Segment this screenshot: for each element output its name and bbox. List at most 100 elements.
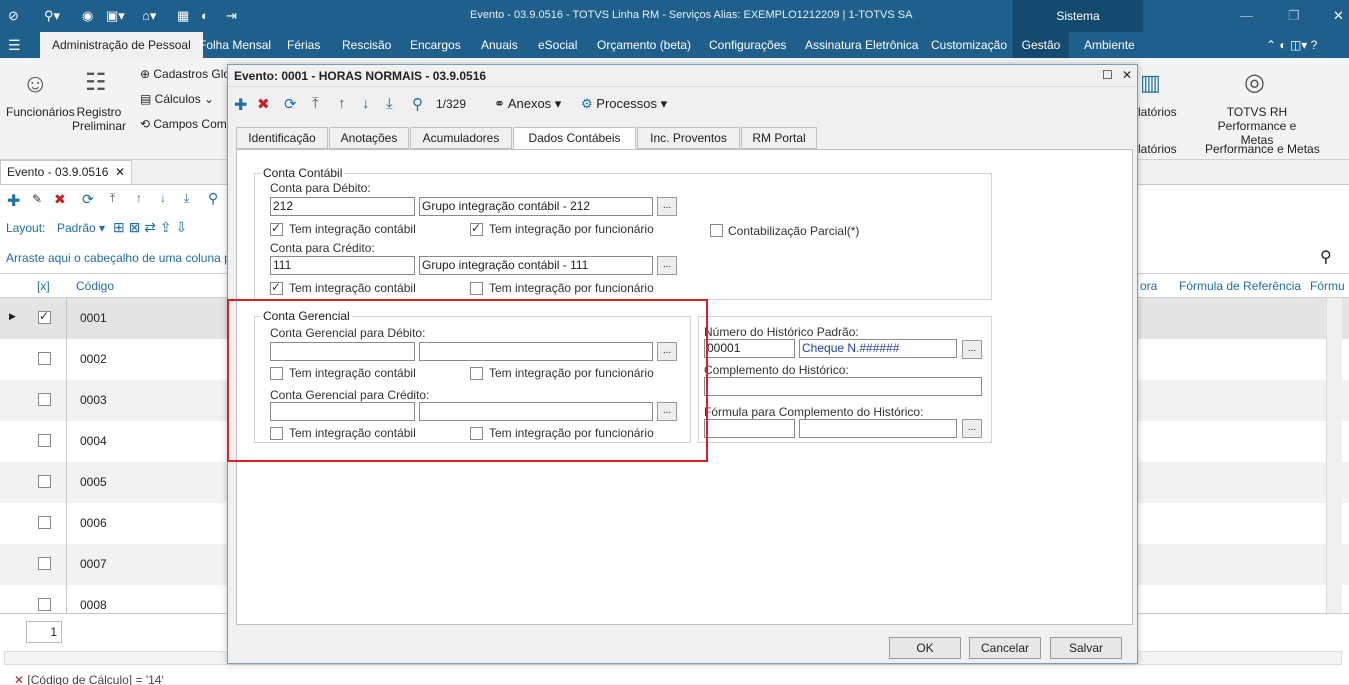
delete-icon[interactable]: ✖ <box>54 191 66 208</box>
first-icon[interactable]: ⤒ <box>312 95 319 112</box>
row-checkbox[interactable] <box>38 516 51 529</box>
col-select[interactable]: [x] <box>37 279 50 293</box>
menu-icon[interactable]: ☰ <box>8 32 21 58</box>
last-icon[interactable]: ⤓ <box>386 95 393 112</box>
view-icon[interactable]: ◉ <box>82 8 93 24</box>
row-checkbox[interactable] <box>38 352 51 365</box>
menu-folha[interactable]: Folha Mensal <box>199 32 271 58</box>
clear-filter-icon[interactable]: ✕ <box>14 673 24 685</box>
calculos-button[interactable]: ▤ Cálculos ⌄ <box>140 92 214 106</box>
window-icon[interactable]: ▣▾ <box>106 8 125 24</box>
close-icon[interactable]: ✕ <box>1333 8 1344 24</box>
refresh-icon[interactable]: ⟳ <box>82 191 94 208</box>
processos-button[interactable]: ⚙ Processos ▾ <box>581 96 667 112</box>
col-codigo[interactable]: Código <box>76 279 114 293</box>
menu-gestao[interactable]: Gestão <box>1013 32 1069 58</box>
maximize-dialog-icon[interactable]: ☐ <box>1102 68 1113 82</box>
menu-esocial[interactable]: eSocial <box>538 32 577 58</box>
edit-icon[interactable]: ✎ <box>32 192 42 206</box>
credito-lookup-button[interactable]: ... <box>657 256 677 275</box>
complemento-input[interactable] <box>704 377 982 396</box>
search-icon[interactable]: ⚲ <box>412 95 423 113</box>
maximize-icon[interactable]: ❐ <box>1288 8 1300 24</box>
menu-assinatura[interactable]: Assinatura Eletrônica <box>805 32 918 58</box>
tab-inc-proventos[interactable]: Inc. Proventos <box>637 127 740 149</box>
debito-integ-func-checkbox[interactable] <box>470 221 483 236</box>
menu-ferias[interactable]: Férias <box>287 32 320 58</box>
filter-bar[interactable]: ✕ [Código de Cálculo] = '14' <box>14 673 164 685</box>
menu-administracao[interactable]: Administração de Pessoal <box>40 32 203 58</box>
registro-icon[interactable]: ☷ <box>85 68 107 97</box>
campos-button[interactable]: ⟲ Campos Comp <box>140 117 233 131</box>
last-icon[interactable]: ⤓ <box>184 191 189 206</box>
debito-integ-contabil-checkbox[interactable] <box>270 221 283 236</box>
funcionarios-button[interactable]: Funcionários <box>6 105 75 119</box>
grid-icon[interactable]: ▦ <box>177 8 189 24</box>
collapse-ribbon-icon[interactable]: ⌃ ◐ ◫▾ ? <box>1266 32 1317 58</box>
vertical-scrollbar[interactable] <box>1326 298 1342 613</box>
formula-lookup-button[interactable]: ... <box>962 419 982 438</box>
row-checkbox[interactable] <box>38 393 51 406</box>
cadastros-button[interactable]: ⊕ Cadastros Glo <box>140 67 230 81</box>
tab-rm-portal[interactable]: RM Portal <box>741 127 817 149</box>
row-checkbox[interactable] <box>38 598 51 611</box>
search-icon[interactable]: ⚲ <box>208 190 218 207</box>
exit-icon[interactable]: ⇥ <box>226 8 237 24</box>
historico-lookup-button[interactable]: ... <box>962 340 982 359</box>
save-button[interactable]: Salvar <box>1050 637 1122 659</box>
row-checkbox[interactable] <box>38 475 51 488</box>
credito-integ-contabil-checkbox[interactable] <box>270 280 283 295</box>
close-dialog-icon[interactable]: ✕ <box>1122 68 1132 82</box>
find-icon[interactable]: ⚲ <box>1320 247 1332 267</box>
debito-code-input[interactable]: 212 <box>270 197 415 216</box>
evento-tab[interactable]: Evento - 03.9.0516 ✕ <box>0 160 132 184</box>
relatorios-button[interactable]: latórios <box>1138 105 1177 119</box>
cancel-button[interactable]: Cancelar <box>969 637 1041 659</box>
first-icon[interactable]: ⤒ <box>110 191 115 206</box>
numero-historico-code-input[interactable]: 00001 <box>704 339 795 358</box>
refresh-icon[interactable]: ⟳ <box>284 95 297 113</box>
sistema-tab[interactable]: Sistema <box>1013 0 1143 32</box>
formula-code-input[interactable] <box>704 419 795 438</box>
close-tab-icon[interactable]: ✕ <box>115 161 125 183</box>
minimize-icon[interactable]: — <box>1240 8 1253 23</box>
menu-encargos[interactable]: Encargos <box>410 32 461 58</box>
next-icon[interactable]: ↓ <box>160 191 166 205</box>
layout-select[interactable]: Padrão ▾ <box>57 221 105 235</box>
prev-icon[interactable]: ↑ <box>136 191 142 205</box>
app-logo-icon[interactable]: ⊘ <box>8 8 19 24</box>
globe-icon[interactable]: ◐ <box>201 8 209 23</box>
menu-rescisao[interactable]: Rescisão <box>342 32 391 58</box>
debito-desc-input[interactable]: Grupo integração contábil - 212 <box>419 197 653 216</box>
add-icon[interactable]: ✚ <box>7 191 20 211</box>
hierarchy-icon[interactable]: ⚲▾ <box>44 8 60 24</box>
menu-orcamento[interactable]: Orçamento (beta) <box>597 32 691 58</box>
next-icon[interactable]: ↓ <box>362 95 370 112</box>
menu-ambiente[interactable]: Ambiente <box>1084 32 1135 58</box>
add-icon[interactable]: ✚ <box>234 95 247 115</box>
parcial-checkbox[interactable] <box>710 224 723 237</box>
col-formula[interactable]: Fórmula de Referência <box>1179 279 1301 293</box>
registro-button[interactable]: Registro Preliminar <box>72 105 126 133</box>
menu-configuracoes[interactable]: Configurações <box>709 32 786 58</box>
anexos-button[interactable]: ⚭ Anexos ▾ <box>494 96 561 112</box>
menu-customizacao[interactable]: Customização <box>931 32 1007 58</box>
row-checkbox[interactable] <box>38 557 51 570</box>
totvs-rh-button[interactable]: TOTVS RH Performance e Metas <box>1202 105 1312 147</box>
debito-lookup-button[interactable]: ... <box>657 197 677 216</box>
tab-dados-contabeis[interactable]: Dados Contábeis <box>513 127 636 150</box>
formula-desc-input[interactable] <box>799 419 957 438</box>
col-formula2[interactable]: Fórmu <box>1310 279 1345 293</box>
totvs-rh-icon[interactable]: ◎ <box>1244 68 1265 97</box>
prev-icon[interactable]: ↑ <box>338 95 346 112</box>
layout-icons[interactable]: ⊞ ⊠ ⇄ ⇪ ⇩ <box>113 219 187 236</box>
col-hora[interactable]: ora <box>1140 279 1157 293</box>
credito-code-input[interactable]: 111 <box>270 256 415 275</box>
page-input[interactable]: 1 <box>26 621 62 643</box>
tab-acumuladores[interactable]: Acumuladores <box>410 127 512 149</box>
row-checkbox[interactable] <box>38 309 51 324</box>
delete-icon[interactable]: ✖ <box>257 95 270 113</box>
row-checkbox[interactable] <box>38 434 51 447</box>
credito-integ-func-checkbox[interactable] <box>470 282 483 295</box>
user-icon[interactable]: ☺ <box>22 68 49 99</box>
